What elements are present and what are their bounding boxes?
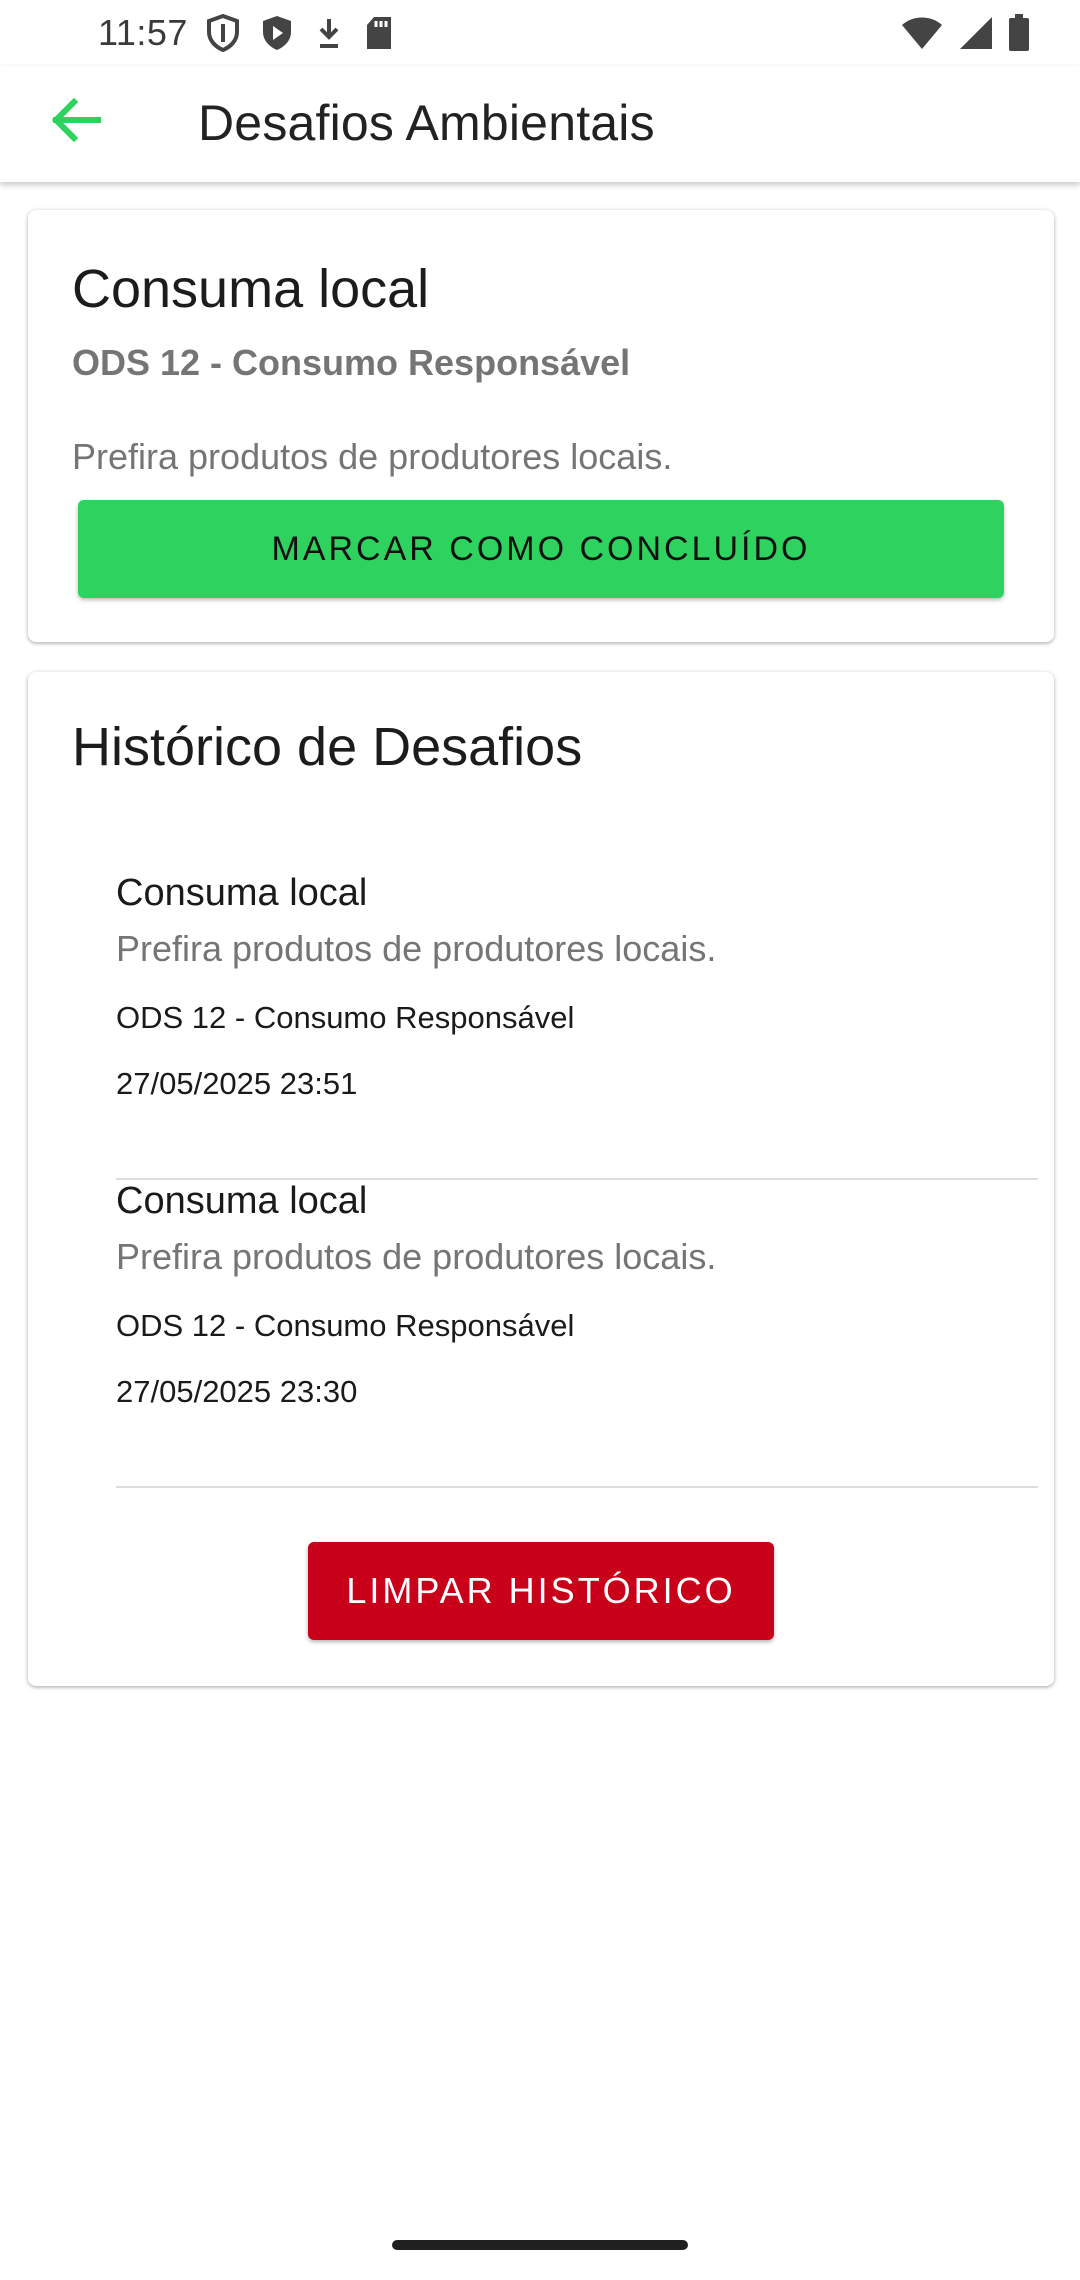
- status-time: 11:57: [98, 12, 188, 53]
- app-bar: Desafios Ambientais: [0, 66, 1080, 182]
- status-bar: 11:57: [0, 0, 1080, 66]
- signal-icon: [958, 15, 994, 51]
- mark-complete-button[interactable]: MARCAR COMO CONCLUÍDO: [78, 500, 1004, 598]
- page-title: Desafios Ambientais: [198, 95, 655, 151]
- clear-history-button[interactable]: LIMPAR HISTÓRICO: [308, 1542, 774, 1640]
- status-icons-left: [206, 14, 394, 52]
- screen: 11:57 Desafios Ambientais Consuma local …: [0, 0, 1080, 2280]
- challenge-title: Consuma local: [72, 259, 430, 319]
- history-list: Consuma local Prefira produtos de produt…: [116, 872, 1038, 1488]
- history-item-title: Consuma local: [116, 1180, 368, 1222]
- sd-card-icon: [364, 15, 394, 51]
- shield-play-icon: [260, 14, 294, 52]
- battery-icon: [1008, 14, 1030, 52]
- arrow-left-icon: [50, 97, 102, 147]
- history-title: Histórico de Desafios: [72, 717, 583, 777]
- download-icon: [314, 16, 344, 50]
- history-item-description: Prefira produtos de produtores locais.: [116, 928, 717, 969]
- history-card: Histórico de Desafios Consuma local Pref…: [28, 672, 1054, 1686]
- back-button[interactable]: [40, 86, 112, 158]
- challenge-description: Prefira produtos de produtores locais.: [72, 436, 673, 477]
- list-item: Consuma local Prefira produtos de produt…: [116, 872, 1038, 1180]
- status-icons-right: [900, 14, 1030, 52]
- challenge-card: Consuma local ODS 12 - Consumo Responsáv…: [28, 210, 1054, 642]
- list-item: Consuma local Prefira produtos de produt…: [116, 1180, 1038, 1488]
- history-item-title: Consuma local: [116, 872, 368, 914]
- gesture-nav-handle[interactable]: [392, 2240, 688, 2250]
- history-item-description: Prefira produtos de produtores locais.: [116, 1236, 717, 1277]
- history-item-ods: ODS 12 - Consumo Responsável: [116, 1000, 575, 1035]
- wifi-icon: [900, 15, 944, 51]
- shield-outline-icon: [206, 14, 240, 52]
- challenge-ods: ODS 12 - Consumo Responsável: [72, 342, 631, 383]
- history-item-ods: ODS 12 - Consumo Responsável: [116, 1308, 575, 1343]
- history-item-date: 27/05/2025 23:30: [116, 1374, 358, 1409]
- history-item-date: 27/05/2025 23:51: [116, 1066, 358, 1101]
